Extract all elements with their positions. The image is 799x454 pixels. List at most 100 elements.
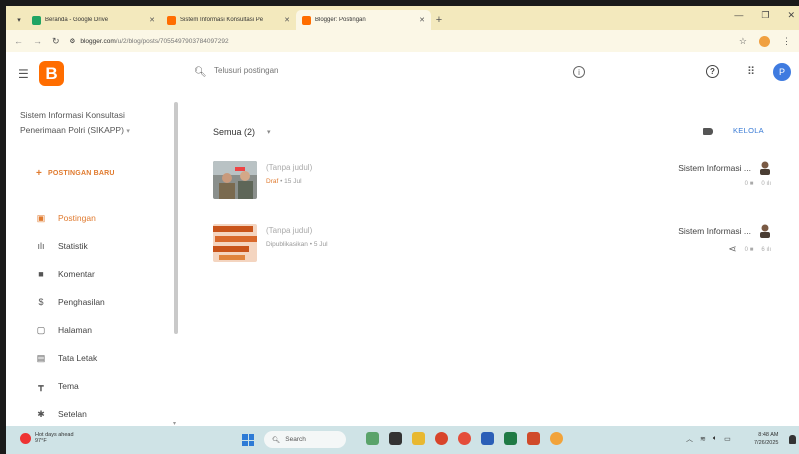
word-icon[interactable] [481,432,494,445]
window-controls: — ❐ ✕ [734,10,795,21]
browser-menu-icon[interactable]: ⋮ [782,36,791,47]
wifi-icon[interactable]: ≋ [700,435,706,443]
tab-title: Blogger: Postingan [315,17,366,23]
post-thumbnail [213,161,257,199]
bookmark-star-icon[interactable]: ☆ [739,36,747,47]
sidebar-scrollbar[interactable] [174,102,178,334]
powerpoint-icon[interactable] [527,432,540,445]
task-view-icon[interactable] [389,432,402,445]
volume-icon[interactable]: 🔈︎ [713,435,717,443]
browser-tabstrip: ▾ Beranda - Google Drive ✕ Sistem Inform… [6,6,799,30]
address-bar: ← → ↻ ⚙ blogger.com/u/2/blog/posts/70554… [6,30,799,52]
new-tab-button[interactable]: + [431,10,447,30]
sidebar-item-setelan[interactable]: ✱ Setelan [6,400,176,428]
label-icon[interactable] [703,128,713,135]
screen: ▾ Beranda - Google Drive ✕ Sistem Inform… [6,6,799,454]
maximize-icon[interactable]: ❐ [761,10,769,21]
apps-grid-icon[interactable]: ⠿ [747,65,755,78]
taskbar-search[interactable]: 🔍︎ Search [264,431,346,448]
taskbar: Hot days ahead 97°F 🔍︎ Search ︿ ≋ 🔈︎ ▭ 8… [6,426,799,454]
sidebar-item-label: Halaman [58,325,93,335]
post-title[interactable]: (Tanpa judul) [266,163,312,172]
view-count: 0 [761,181,765,187]
blog-selector[interactable]: Sistem Informasi Konsultasi Penerimaan P… [20,108,160,139]
posts-icon: ▣ [36,212,46,223]
sidebar-item-label: Tata Letak [58,353,98,363]
search-icon[interactable]: 🔍︎ [194,67,207,78]
sidebar-item-postingan[interactable]: ▣ Postingan [6,204,176,232]
new-post-button[interactable]: + POSTINGAN BARU [36,168,115,179]
widgets-icon[interactable] [366,432,379,445]
close-window-icon[interactable]: ✕ [787,10,795,21]
browser-tab-blogger-posts[interactable]: Blogger: Postingan ✕ [296,10,431,30]
info-icon[interactable]: i [573,66,585,78]
account-avatar[interactable]: P [773,63,791,81]
sidebar-item-label: Komentar [58,269,95,279]
post-status: Dipublikasikan [266,241,308,248]
office-icon[interactable] [435,432,448,445]
post-author: Sistem Informasi ... [678,163,751,173]
battery-icon[interactable]: ▭ [724,435,731,443]
tab-search-icon[interactable]: ▾ [12,10,26,30]
sidebar-item-halaman[interactable]: ▢ Halaman [6,316,176,344]
excel-icon[interactable] [504,432,517,445]
sidebar-item-tema[interactable]: ┳ Tema [6,372,176,400]
view-count: 6 [761,246,765,253]
help-icon[interactable]: ? [706,65,719,78]
browser-tab-drive[interactable]: Beranda - Google Drive ✕ [26,10,161,30]
tab-close-icon[interactable]: ✕ [284,16,290,24]
comment-icon: ■ [749,181,754,187]
tab-title: Sistem Informasi Konsultasi Pe [180,17,264,23]
menu-icon[interactable]: ☰ [18,67,29,81]
blogger-logo[interactable]: B [39,61,64,86]
author-avatar-icon [760,224,770,238]
post-author: Sistem Informasi ... [678,226,751,236]
sidebar-item-penghasilan[interactable]: $ Penghasilan [6,288,176,316]
sidebar-item-komentar[interactable]: ■ Komentar [6,260,176,288]
windows-start-icon[interactable] [242,434,254,446]
back-icon[interactable]: ← [14,36,23,46]
post-date: 15 Jul [284,178,302,185]
chrome-icon[interactable] [458,432,471,445]
browser-profile-icon[interactable] [759,35,770,47]
minimize-icon[interactable]: — [734,10,743,21]
sidebar-item-label: Setelan [58,409,87,419]
blogger-favicon-icon [302,15,311,25]
comment-icon: ■ [38,269,44,279]
post-meta: Draf • 15 Jul [266,178,302,185]
sidebar-item-label: Tema [58,381,79,391]
blogger-header: ☰ B 🔍︎ i ? ⠿ P [6,52,799,96]
search-posts-input[interactable] [214,66,414,75]
system-clock[interactable]: 8:48 AM 7/26/2025 [754,431,778,447]
post-stats: 0 ■ 0 ılı [745,181,771,187]
post-filter-dropdown[interactable]: Semua (2) ▾ [213,127,271,137]
views-icon: ılı [766,181,771,187]
notification-bell-icon[interactable] [789,435,796,444]
tray-chevron-icon[interactable]: ︿ [686,434,693,444]
file-explorer-icon[interactable] [412,432,425,445]
post-row[interactable]: (Tanpa judul) Dipublikasikan • 5 Jul Sis… [213,224,783,264]
tab-close-icon[interactable]: ✕ [149,16,155,24]
blogger-favicon-icon [167,15,176,25]
reload-icon[interactable]: ↻ [52,36,60,47]
settings-icon: ✱ [37,408,45,419]
sidebar-item-statistik[interactable]: ılı Statistik [6,232,176,260]
clock-time: 8:48 AM [758,432,779,438]
url-field[interactable]: ⚙ blogger.com/u/2/blog/posts/70554979037… [70,37,729,46]
chrome-profile-icon[interactable] [550,432,563,445]
url-path: /u/2/blog/posts/7055497903784097292 [115,37,229,45]
sidebar-item-tata-letak[interactable]: ▤ Tata Letak [6,344,176,372]
share-icon[interactable]: ⋖ [728,244,736,255]
views-icon: ılı [766,246,771,253]
forward-icon[interactable]: → [33,36,42,46]
manage-button[interactable]: KELOLA [733,126,764,135]
post-date: 5 Jul [313,241,328,248]
browser-tab-sikapp[interactable]: Sistem Informasi Konsultasi Pe ✕ [161,10,296,30]
search-icon: 🔍︎ [272,436,281,444]
tab-close-icon[interactable]: ✕ [419,16,425,24]
post-thumbnail [213,224,257,262]
weather-widget[interactable]: Hot days ahead 97°F [20,432,74,444]
site-settings-icon[interactable]: ⚙ [70,37,76,45]
post-row[interactable]: (Tanpa judul) Draf • 15 Jul Sistem Infor… [213,161,783,201]
post-title[interactable]: (Tanpa judul) [266,226,312,235]
